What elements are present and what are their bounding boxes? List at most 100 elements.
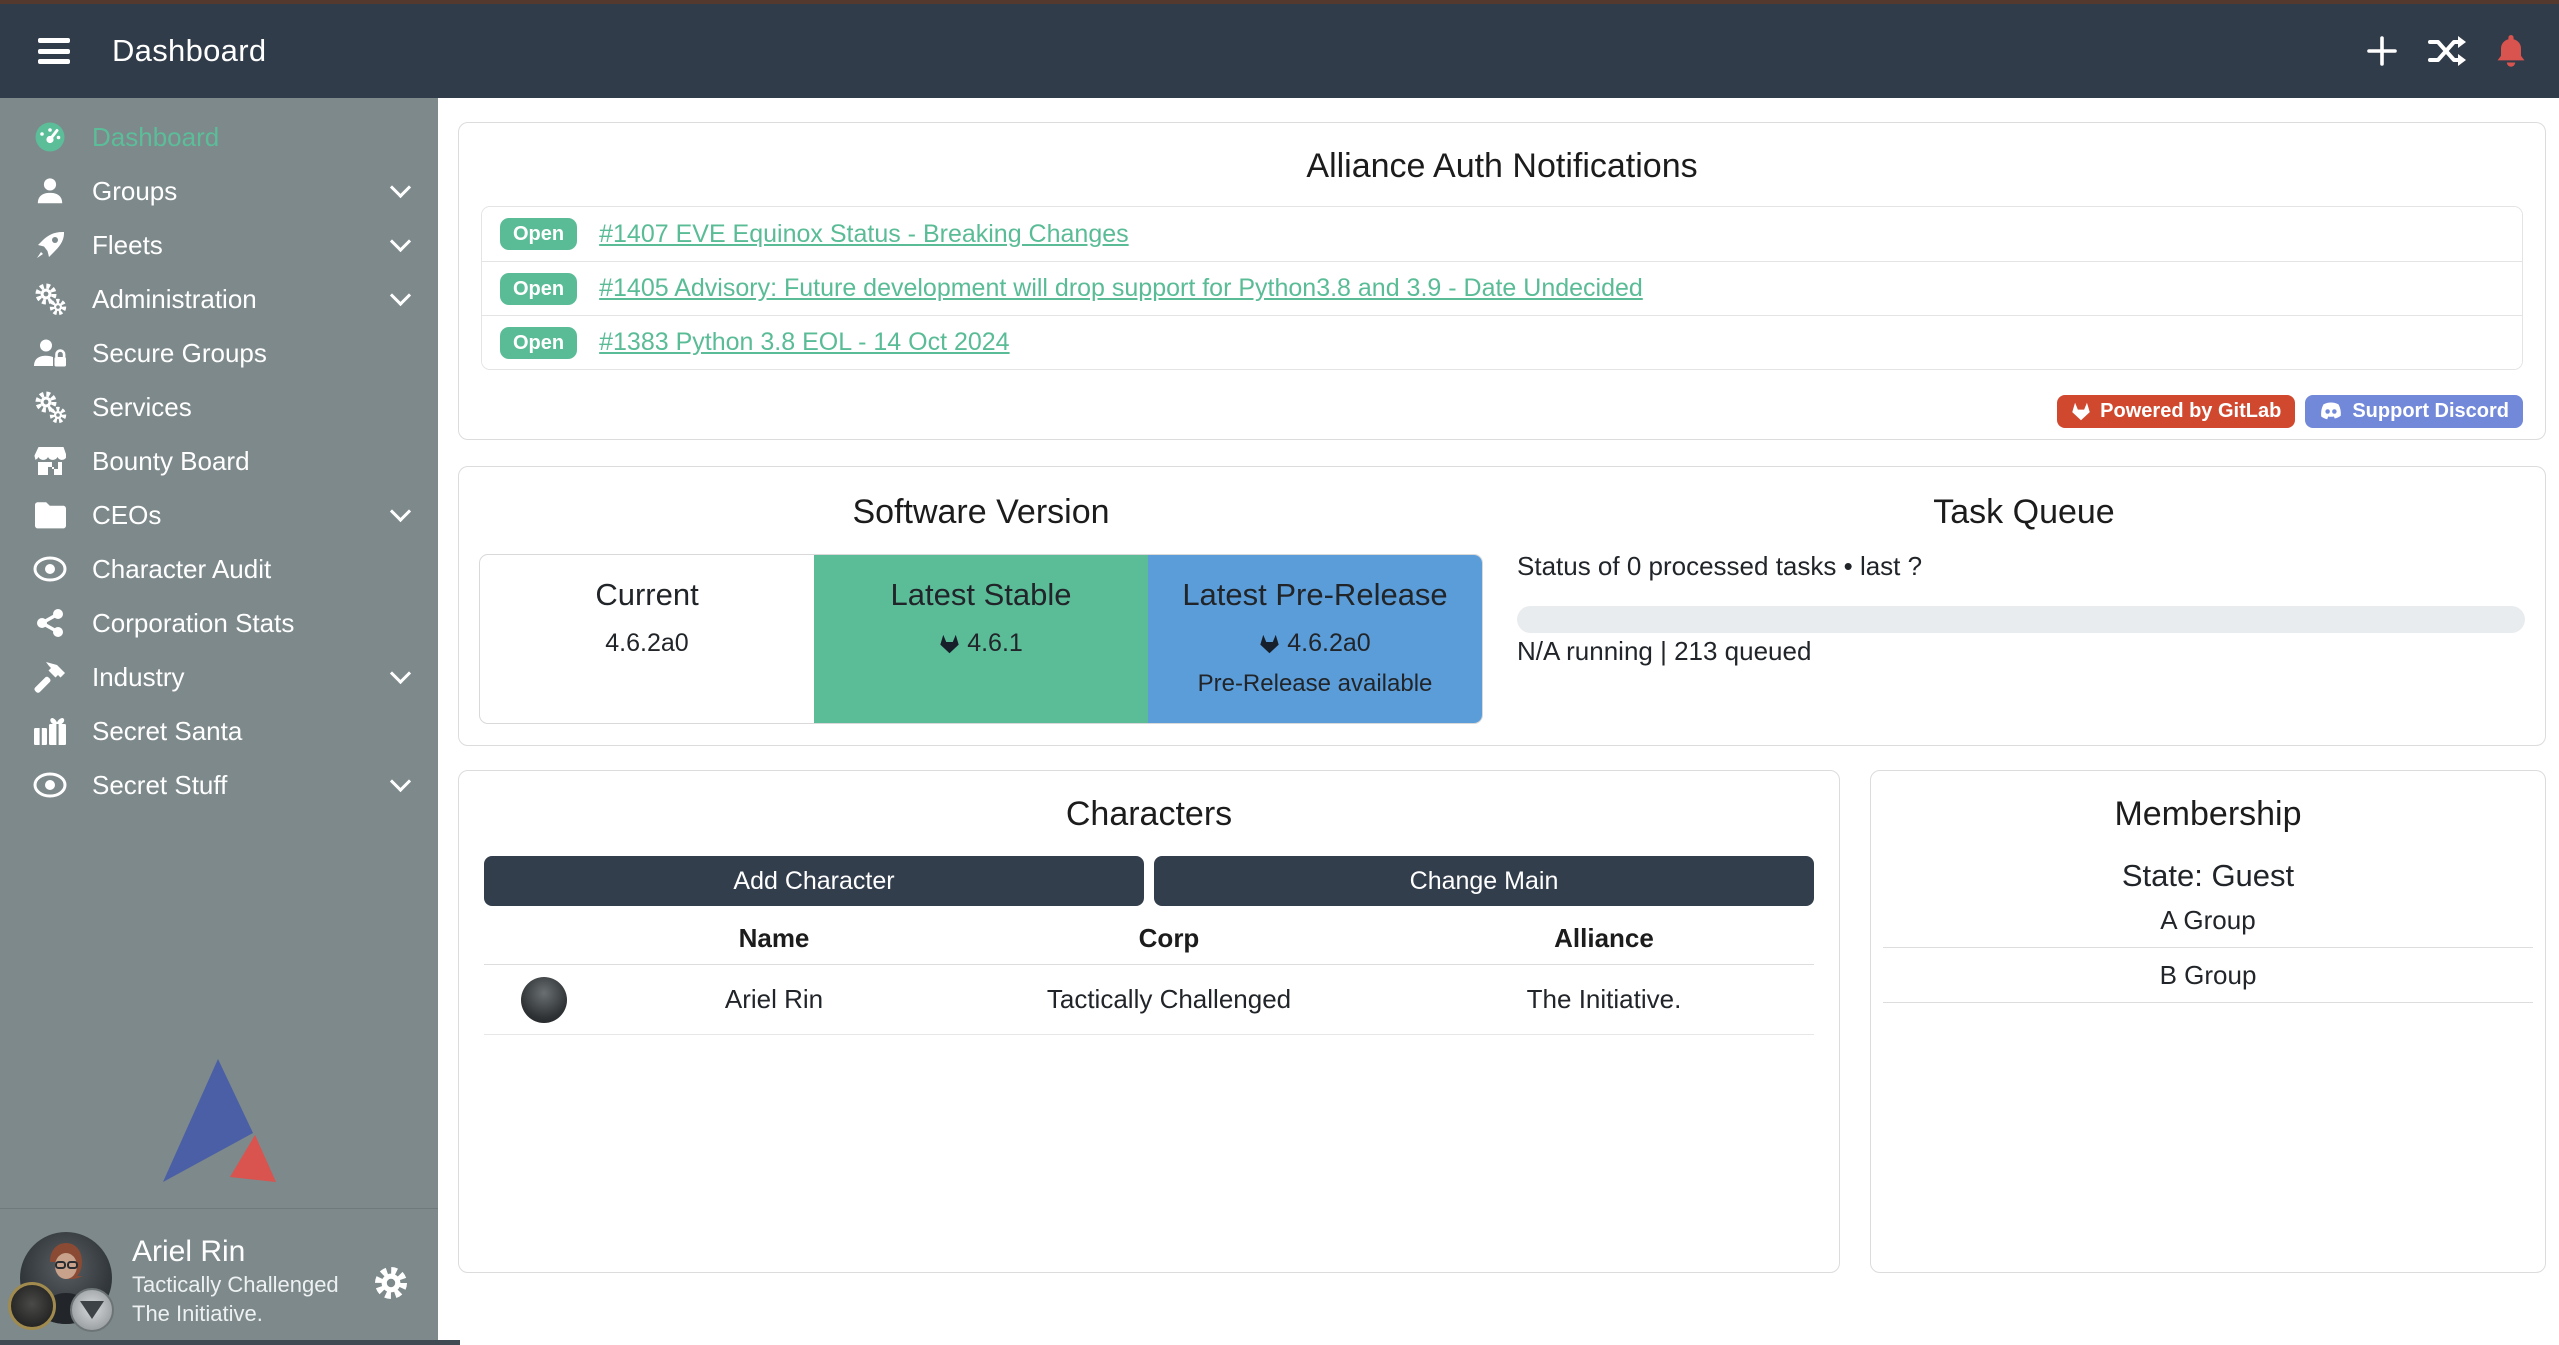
characters-title: Characters [459,795,1839,834]
user-icon [30,176,70,206]
sidebar-item-label: Industry [92,662,185,693]
notification-link[interactable]: #1407 EVE Equinox Status - Breaking Chan… [599,220,1129,249]
gauge-icon [30,121,70,153]
characters-panel: Characters Add Character Change Main Nam… [458,770,1840,1273]
prerelease-note: Pre-Release available [1148,670,1482,698]
user-info: Ariel Rin Tactically Challenged The Init… [132,1234,339,1328]
store-icon [30,446,70,476]
sidebar: Dashboard Groups [0,98,438,1345]
notification-item: Open #1405 Advisory: Future development … [482,261,2522,315]
corp-logo-badge [8,1282,56,1330]
bell-icon[interactable] [2495,34,2527,68]
navbar-actions [2365,34,2527,68]
user-settings-gear-icon[interactable] [372,1264,410,1307]
chevron-down-icon [390,770,411,791]
discord-icon [2319,402,2343,421]
sidebar-item-secret-stuff[interactable]: Secret Stuff [0,758,438,812]
chevron-down-icon [390,230,411,251]
notifications-footer: Powered by GitLab Support Discord [2057,395,2523,428]
user-corp: Tactically Challenged [132,1270,339,1299]
chevron-down-icon [390,500,411,521]
gears-icon [30,390,70,424]
version-stable-cell: Latest Stable 4.6.1 [814,555,1148,723]
version-current-cell: Current 4.6.2a0 [480,555,814,723]
sidebar-item-groups[interactable]: Groups [0,164,438,218]
group-item: B Group [1883,948,2533,1003]
add-character-button[interactable]: Add Character [484,856,1144,906]
eye-icon [30,556,70,582]
notifications-title: Alliance Auth Notifications [459,147,2545,186]
software-version-section: Software Version Current 4.6.2a0 Latest … [459,467,1503,745]
sidebar-item-label: Corporation Stats [92,608,294,639]
sidebar-item-industry[interactable]: Industry [0,650,438,704]
user-name: Ariel Rin [132,1234,339,1270]
sidebar-item-bounty-board[interactable]: Bounty Board [0,434,438,488]
sidebar-item-label: Administration [92,284,257,315]
alliance-logo-badge [70,1288,114,1332]
membership-panel: Membership State: Guest A Group B Group [1870,770,2546,1273]
notification-item: Open #1407 EVE Equinox Status - Breaking… [482,207,2522,261]
sidebar-item-label: Character Audit [92,554,271,585]
character-alliance: The Initiative. [1394,984,1814,1015]
task-queue-title: Task Queue [1503,493,2545,532]
chevron-down-icon [390,176,411,197]
sidebar-item-corporation-stats[interactable]: Corporation Stats [0,596,438,650]
group-item: A Group [1883,893,2533,948]
eye-icon [30,772,70,798]
sidebar-item-label: Fleets [92,230,163,261]
sidebar-bottom-strip [0,1340,460,1345]
hamburger-menu-icon[interactable] [38,38,70,64]
gifts-icon [30,716,70,746]
software-version-box: Current 4.6.2a0 Latest Stable 4.6.1 Late… [479,554,1483,724]
user-lock-icon [30,338,70,368]
notification-item: Open #1383 Python 3.8 EOL - 14 Oct 2024 [482,315,2522,369]
sidebar-item-dashboard[interactable]: Dashboard [0,110,438,164]
notification-link[interactable]: #1383 Python 3.8 EOL - 14 Oct 2024 [599,328,1009,357]
character-row: Ariel Rin Tactically Challenged The Init… [484,965,1814,1035]
characters-table-header: Name Corp Alliance [484,913,1814,965]
sidebar-item-label: Dashboard [92,122,219,153]
sidebar-item-label: Groups [92,176,177,207]
task-queue-counts: N/A running | 213 queued [1517,636,1811,667]
share-nodes-icon [30,607,70,639]
powered-by-gitlab-badge[interactable]: Powered by GitLab [2057,395,2295,428]
sidebar-item-label: Secret Stuff [92,770,227,801]
support-discord-badge[interactable]: Support Discord [2305,395,2523,428]
character-corp: Tactically Challenged [944,984,1394,1015]
alliance-auth-dashboard: Dashboard [0,0,2559,1345]
character-portrait [521,977,567,1023]
sidebar-item-character-audit[interactable]: Character Audit [0,542,438,596]
col-name: Name [604,923,944,954]
sidebar-item-label: Bounty Board [92,446,250,477]
sidebar-item-fleets[interactable]: Fleets [0,218,438,272]
sidebar-item-label: Services [92,392,192,423]
folder-icon [30,501,70,529]
sidebar-item-secret-santa[interactable]: Secret Santa [0,704,438,758]
chevron-down-icon [390,662,411,683]
sidebar-item-secure-groups[interactable]: Secure Groups [0,326,438,380]
gears-icon [30,282,70,316]
top-navbar: Dashboard [0,4,2559,98]
notifications-list: Open #1407 EVE Equinox Status - Breaking… [481,206,2523,370]
notifications-panel: Alliance Auth Notifications Open #1407 E… [458,122,2546,440]
alliance-auth-logo [163,1059,276,1187]
sidebar-menu: Dashboard Groups [0,98,438,812]
sidebar-item-label: CEOs [92,500,161,531]
gitlab-tanuki-icon [1259,634,1280,654]
sidebar-item-label: Secret Santa [92,716,242,747]
shuffle-icon[interactable] [2427,35,2467,67]
change-main-button[interactable]: Change Main [1154,856,1814,906]
hammer-icon [30,661,70,693]
sidebar-item-services[interactable]: Services [0,380,438,434]
character-name: Ariel Rin [604,984,944,1015]
sidebar-item-ceos[interactable]: CEOs [0,488,438,542]
sidebar-divider [0,1208,438,1209]
sidebar-item-administration[interactable]: Administration [0,272,438,326]
task-queue-progressbar [1517,606,2525,633]
status-badge: Open [500,218,577,250]
software-version-title: Software Version [459,493,1503,532]
notification-link[interactable]: #1405 Advisory: Future development will … [599,274,1643,303]
plus-icon[interactable] [2365,34,2399,68]
col-corp: Corp [944,923,1394,954]
status-badge: Open [500,327,577,359]
